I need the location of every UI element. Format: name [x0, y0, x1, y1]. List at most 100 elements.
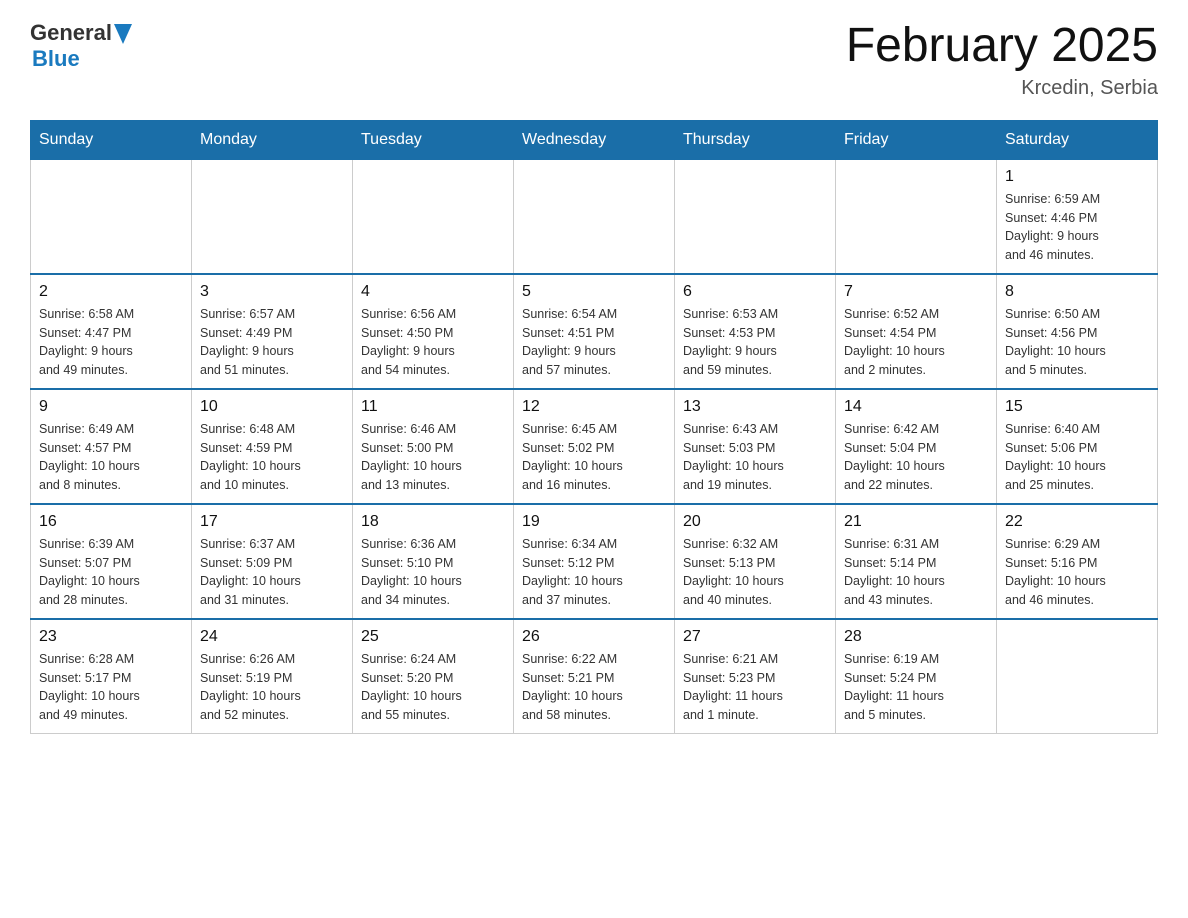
day-info: Sunrise: 6:39 AM Sunset: 5:07 PM Dayligh… [39, 535, 183, 610]
day-number: 21 [844, 513, 988, 531]
day-info: Sunrise: 6:32 AM Sunset: 5:13 PM Dayligh… [683, 535, 827, 610]
day-number: 7 [844, 283, 988, 301]
calendar-cell [836, 159, 997, 274]
day-info: Sunrise: 6:21 AM Sunset: 5:23 PM Dayligh… [683, 650, 827, 725]
location: Krcedin, Serbia [846, 77, 1158, 100]
calendar-cell: 3 Sunrise: 6:57 AM Sunset: 4:49 PM Daylig… [192, 274, 353, 389]
weekday-header-monday: Monday [192, 120, 353, 159]
calendar-cell: 15 Sunrise: 6:40 AM Sunset: 5:06 PM Dayli… [997, 389, 1158, 504]
day-info: Sunrise: 6:56 AM Sunset: 4:50 PM Dayligh… [361, 305, 505, 380]
week-row-4: 16 Sunrise: 6:39 AM Sunset: 5:07 PM Dayli… [31, 504, 1158, 619]
calendar-cell: 5 Sunrise: 6:54 AM Sunset: 4:51 PM Daylig… [514, 274, 675, 389]
calendar-cell: 14 Sunrise: 6:42 AM Sunset: 5:04 PM Dayli… [836, 389, 997, 504]
day-info: Sunrise: 6:52 AM Sunset: 4:54 PM Dayligh… [844, 305, 988, 380]
day-number: 10 [200, 398, 344, 416]
day-number: 18 [361, 513, 505, 531]
day-number: 17 [200, 513, 344, 531]
weekday-header-saturday: Saturday [997, 120, 1158, 159]
day-number: 19 [522, 513, 666, 531]
page-header: General Blue February 2025 Krcedin, Serb… [30, 20, 1158, 100]
calendar-cell [192, 159, 353, 274]
day-number: 1 [1005, 168, 1149, 186]
calendar-cell: 2 Sunrise: 6:58 AM Sunset: 4:47 PM Daylig… [31, 274, 192, 389]
day-info: Sunrise: 6:43 AM Sunset: 5:03 PM Dayligh… [683, 420, 827, 495]
title-section: February 2025 Krcedin, Serbia [846, 20, 1158, 100]
logo-general: General [30, 20, 112, 46]
calendar-cell [353, 159, 514, 274]
day-info: Sunrise: 6:34 AM Sunset: 5:12 PM Dayligh… [522, 535, 666, 610]
day-number: 23 [39, 628, 183, 646]
day-number: 15 [1005, 398, 1149, 416]
day-info: Sunrise: 6:26 AM Sunset: 5:19 PM Dayligh… [200, 650, 344, 725]
day-info: Sunrise: 6:53 AM Sunset: 4:53 PM Dayligh… [683, 305, 827, 380]
week-row-3: 9 Sunrise: 6:49 AM Sunset: 4:57 PM Daylig… [31, 389, 1158, 504]
calendar-cell: 7 Sunrise: 6:52 AM Sunset: 4:54 PM Daylig… [836, 274, 997, 389]
weekday-header-sunday: Sunday [31, 120, 192, 159]
calendar-cell [514, 159, 675, 274]
day-info: Sunrise: 6:59 AM Sunset: 4:46 PM Dayligh… [1005, 190, 1149, 265]
day-number: 3 [200, 283, 344, 301]
calendar-cell [31, 159, 192, 274]
day-number: 6 [683, 283, 827, 301]
week-row-5: 23Sunrise: 6:28 AM Sunset: 5:17 PM Dayli… [31, 619, 1158, 734]
day-number: 14 [844, 398, 988, 416]
calendar-cell: 19 Sunrise: 6:34 AM Sunset: 5:12 PM Dayli… [514, 504, 675, 619]
day-info: Sunrise: 6:19 AM Sunset: 5:24 PM Dayligh… [844, 650, 988, 725]
day-number: 24 [200, 628, 344, 646]
calendar-cell: 10 Sunrise: 6:48 AM Sunset: 4:59 PM Dayli… [192, 389, 353, 504]
day-number: 4 [361, 283, 505, 301]
day-number: 25 [361, 628, 505, 646]
weekday-header-thursday: Thursday [675, 120, 836, 159]
day-info: Sunrise: 6:46 AM Sunset: 5:00 PM Dayligh… [361, 420, 505, 495]
logo-triangle-icon [114, 24, 132, 44]
calendar-cell: 9 Sunrise: 6:49 AM Sunset: 4:57 PM Daylig… [31, 389, 192, 504]
weekday-header-wednesday: Wednesday [514, 120, 675, 159]
calendar-cell: 13 Sunrise: 6:43 AM Sunset: 5:03 PM Dayli… [675, 389, 836, 504]
day-number: 16 [39, 513, 183, 531]
day-number: 11 [361, 398, 505, 416]
calendar-cell: 1 Sunrise: 6:59 AM Sunset: 4:46 PM Daylig… [997, 159, 1158, 274]
day-info: Sunrise: 6:22 AM Sunset: 5:21 PM Dayligh… [522, 650, 666, 725]
month-title: February 2025 [846, 20, 1158, 73]
calendar-cell: 8 Sunrise: 6:50 AM Sunset: 4:56 PM Daylig… [997, 274, 1158, 389]
calendar-cell: 18 Sunrise: 6:36 AM Sunset: 5:10 PM Dayli… [353, 504, 514, 619]
day-info: Sunrise: 6:58 AM Sunset: 4:47 PM Dayligh… [39, 305, 183, 380]
day-info: Sunrise: 6:24 AM Sunset: 5:20 PM Dayligh… [361, 650, 505, 725]
logo-blue: Blue [30, 46, 132, 72]
day-info: Sunrise: 6:49 AM Sunset: 4:57 PM Dayligh… [39, 420, 183, 495]
day-info: Sunrise: 6:57 AM Sunset: 4:49 PM Dayligh… [200, 305, 344, 380]
day-info: Sunrise: 6:54 AM Sunset: 4:51 PM Dayligh… [522, 305, 666, 380]
day-number: 8 [1005, 283, 1149, 301]
calendar-cell: 16 Sunrise: 6:39 AM Sunset: 5:07 PM Dayli… [31, 504, 192, 619]
day-number: 9 [39, 398, 183, 416]
calendar-cell: 17 Sunrise: 6:37 AM Sunset: 5:09 PM Dayli… [192, 504, 353, 619]
day-info: Sunrise: 6:48 AM Sunset: 4:59 PM Dayligh… [200, 420, 344, 495]
calendar-cell: 4 Sunrise: 6:56 AM Sunset: 4:50 PM Daylig… [353, 274, 514, 389]
day-number: 22 [1005, 513, 1149, 531]
calendar-cell [997, 619, 1158, 734]
calendar-cell: 21Sunrise: 6:31 AM Sunset: 5:14 PM Dayli… [836, 504, 997, 619]
day-info: Sunrise: 6:40 AM Sunset: 5:06 PM Dayligh… [1005, 420, 1149, 495]
weekday-header-friday: Friday [836, 120, 997, 159]
week-row-1: 1 Sunrise: 6:59 AM Sunset: 4:46 PM Daylig… [31, 159, 1158, 274]
day-number: 5 [522, 283, 666, 301]
calendar-cell: 27 Sunrise: 6:21 AM Sunset: 5:23 PM Dayli… [675, 619, 836, 734]
day-info: Sunrise: 6:45 AM Sunset: 5:02 PM Dayligh… [522, 420, 666, 495]
day-info: Sunrise: 6:36 AM Sunset: 5:10 PM Dayligh… [361, 535, 505, 610]
day-number: 28 [844, 628, 988, 646]
calendar-cell: 12Sunrise: 6:45 AM Sunset: 5:02 PM Dayli… [514, 389, 675, 504]
day-info: Sunrise: 6:37 AM Sunset: 5:09 PM Dayligh… [200, 535, 344, 610]
calendar-cell: 22Sunrise: 6:29 AM Sunset: 5:16 PM Dayli… [997, 504, 1158, 619]
day-number: 26 [522, 628, 666, 646]
day-number: 27 [683, 628, 827, 646]
day-info: Sunrise: 6:50 AM Sunset: 4:56 PM Dayligh… [1005, 305, 1149, 380]
calendar-cell: 23Sunrise: 6:28 AM Sunset: 5:17 PM Dayli… [31, 619, 192, 734]
day-number: 2 [39, 283, 183, 301]
day-info: Sunrise: 6:42 AM Sunset: 5:04 PM Dayligh… [844, 420, 988, 495]
calendar-cell: 26 Sunrise: 6:22 AM Sunset: 5:21 PM Dayli… [514, 619, 675, 734]
calendar-cell: 28 Sunrise: 6:19 AM Sunset: 5:24 PM Dayli… [836, 619, 997, 734]
calendar-cell [675, 159, 836, 274]
calendar-table: SundayMondayTuesdayWednesdayThursdayFrid… [30, 120, 1158, 734]
day-number: 13 [683, 398, 827, 416]
logo: General Blue [30, 20, 132, 72]
